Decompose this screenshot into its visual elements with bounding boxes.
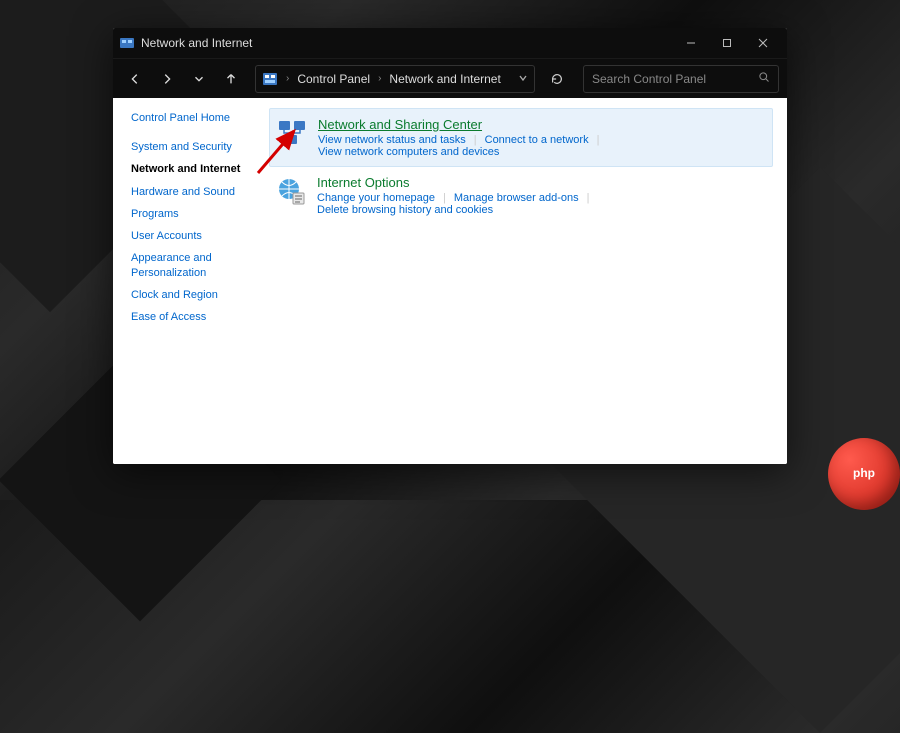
category-title-link[interactable]: Internet Options [317, 175, 767, 190]
forward-button[interactable] [153, 65, 181, 93]
search-input[interactable] [592, 72, 758, 86]
sidebar-item-hardware-and-sound[interactable]: Hardware and Sound [131, 185, 255, 199]
search-icon [758, 71, 770, 86]
window-app-icon [119, 35, 135, 51]
toolbar: › Control Panel › Network and Internet [113, 58, 787, 98]
category-sublink[interactable]: Manage browser add-ons [454, 192, 579, 204]
category-sublink[interactable]: View network status and tasks [318, 134, 466, 146]
control-panel-icon [262, 71, 278, 87]
sidebar-item-ease-of-access[interactable]: Ease of Access [131, 310, 255, 324]
breadcrumb-control-panel[interactable]: Control Panel [297, 72, 370, 86]
category-sublink[interactable]: Change your homepage [317, 192, 435, 204]
address-bar[interactable]: › Control Panel › Network and Internet [255, 65, 535, 93]
address-dropdown-button[interactable] [518, 72, 528, 86]
category-internet-options: Internet Options Change your homepage | Man… [269, 167, 773, 224]
category-sublinks: Change your homepage | Manage browser add-… [317, 192, 767, 216]
category-sublink[interactable]: View network computers and devices [318, 146, 499, 158]
sidebar-item-clock-and-region[interactable]: Clock and Region [131, 288, 255, 302]
back-button[interactable] [121, 65, 149, 93]
chevron-right-icon: › [378, 73, 381, 84]
recent-locations-button[interactable] [185, 65, 213, 93]
category-sublink[interactable]: Delete browsing history and cookies [317, 204, 493, 216]
sidebar-item-system-and-security[interactable]: System and Security [131, 140, 255, 154]
sidebar-item-network-and-internet[interactable]: Network and Internet [131, 162, 255, 176]
watermark-text: php [853, 467, 875, 480]
link-divider: | [597, 134, 600, 146]
watermark-logo: php [828, 438, 900, 510]
link-divider: | [587, 192, 590, 204]
titlebar: Network and Internet [113, 28, 787, 58]
link-divider: | [474, 134, 477, 146]
maximize-button[interactable] [709, 29, 745, 57]
internet-options-icon [275, 175, 307, 207]
chevron-right-icon: › [286, 73, 289, 84]
minimize-button[interactable] [673, 29, 709, 57]
control-panel-window: Network and Internet › Co [113, 28, 787, 464]
refresh-button[interactable] [543, 65, 571, 93]
sidebar-item-user-accounts[interactable]: User Accounts [131, 229, 255, 243]
sidebar-item-programs[interactable]: Programs [131, 207, 255, 221]
up-button[interactable] [217, 65, 245, 93]
link-divider: | [443, 192, 446, 204]
sidebar-item-appearance-and-personalization[interactable]: Appearance and Personalization [131, 251, 255, 280]
sidebar-home-link[interactable]: Control Panel Home [131, 112, 255, 124]
category-network-and-sharing-center: Network and Sharing Center View network s… [269, 108, 773, 167]
sidebar: Control Panel Home System and Security Ne… [113, 98, 263, 464]
close-button[interactable] [745, 29, 781, 57]
window-title: Network and Internet [141, 36, 252, 50]
category-list: Network and Sharing Center View network s… [263, 98, 787, 464]
content-area: Control Panel Home System and Security Ne… [113, 98, 787, 464]
category-title-link[interactable]: Network and Sharing Center [318, 117, 766, 132]
category-sublink[interactable]: Connect to a network [485, 134, 589, 146]
breadcrumb-network-internet[interactable]: Network and Internet [389, 72, 500, 86]
search-box[interactable] [583, 65, 779, 93]
network-sharing-icon [276, 117, 308, 149]
category-sublinks: View network status and tasks | Connect to… [318, 134, 766, 158]
